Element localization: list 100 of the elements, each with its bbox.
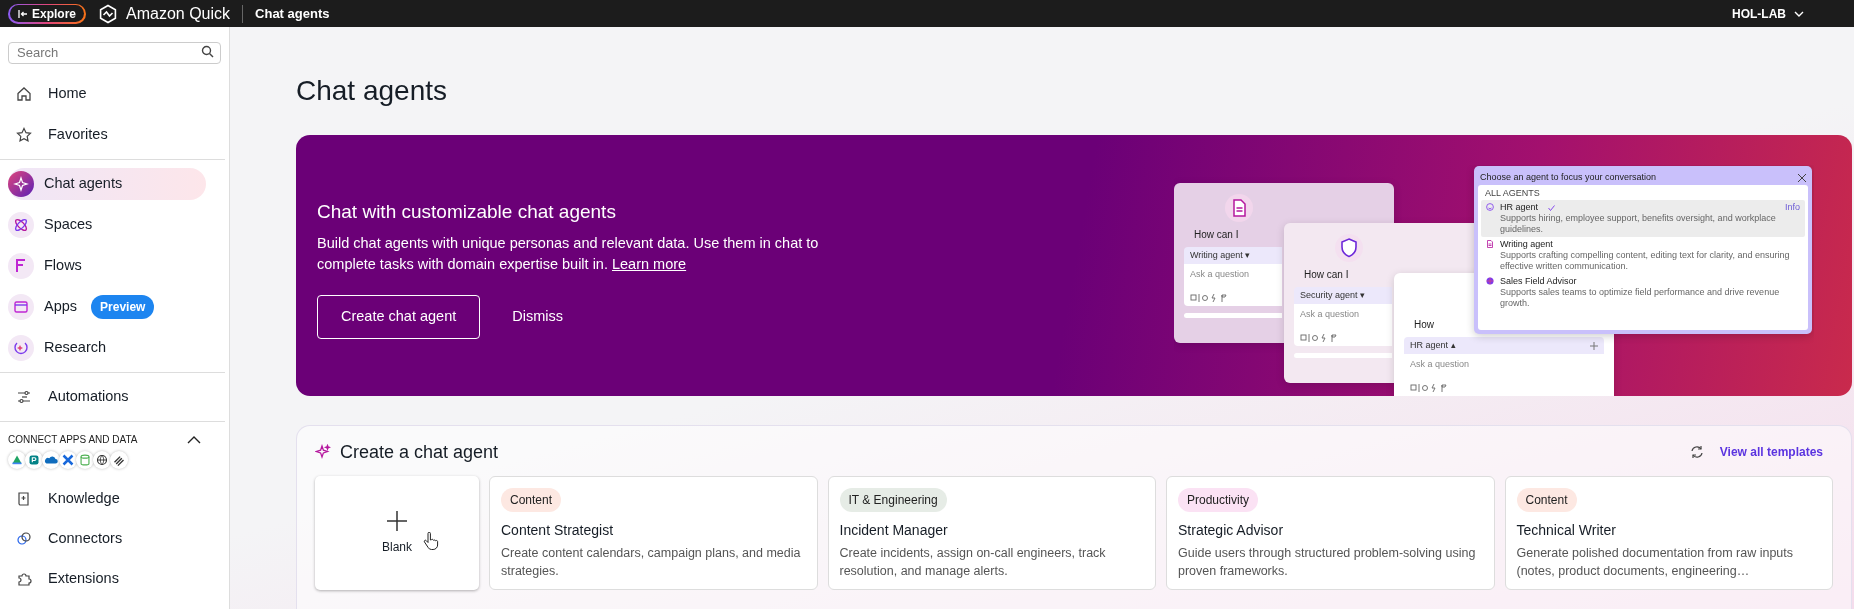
letter-p-icon — [25, 451, 43, 469]
close-icon[interactable] — [1798, 173, 1806, 182]
template-name: Strategic Advisor — [1178, 521, 1284, 540]
brand-name: Amazon Quick — [126, 3, 231, 24]
template-description: Create incidents, assign on-call engineers, track resolution, and manage alerts. — [839, 545, 1107, 580]
agent-option[interactable]: Writing agent Supports crafting compelling content, editing text for clarity, and ensuring effective written communication. — [1481, 237, 1805, 274]
chat-prompt-heading: How — [1414, 318, 1434, 332]
sidebar-item[interactable]: Apps Preview — [8, 291, 221, 323]
sliders-icon — [16, 389, 32, 405]
template-description: Create content calendars, campaign plans, and media strategies. — [501, 545, 802, 580]
puzzle-piece-icon — [16, 571, 32, 587]
globe-icon — [93, 451, 111, 469]
sidebar-item[interactable]: Extensions — [8, 563, 221, 595]
dismiss-button[interactable]: Dismiss — [510, 295, 566, 339]
template-description: Guide users through structured problem-solving using proven frameworks. — [1178, 545, 1477, 580]
toolbar-icons-drawing — [1300, 334, 1340, 342]
agent-name: Sales Field Advisor — [1500, 276, 1577, 287]
plus-icon — [386, 510, 408, 532]
template-card[interactable]: IT & Engineering Incident Manager Create incidents, assign on-call engineers, track resolution, and manage alerts. — [827, 476, 1156, 590]
document-icon — [1224, 193, 1254, 223]
category-tag: Productivity — [1178, 488, 1259, 512]
category-tag: Content — [501, 488, 562, 512]
agent-selector[interactable]: Writing agent ▾ — [1190, 248, 1251, 263]
template-description: Generate polished documentation from raw inputs (notes, product documents, engineering… — [1516, 545, 1795, 580]
info-link[interactable]: Info — [1785, 202, 1800, 213]
sidebar-item[interactable]: Chat agents — [8, 168, 206, 200]
template-card[interactable]: Content Technical Writer Generate polished documentation from raw inputs (notes, product documents, engineering… — [1504, 476, 1833, 590]
page-title: Chat agents — [255, 4, 330, 23]
smiley-face-icon — [1486, 203, 1494, 211]
preview-badge: Preview — [91, 295, 155, 319]
chat-prompt-heading: How can I — [1304, 268, 1349, 282]
question-field[interactable]: Ask a question — [1184, 264, 1282, 290]
agent-description: Supports hiring, employee support, benefits oversight, and workplace guidelines. — [1500, 213, 1777, 235]
agent-name: Writing agent — [1500, 239, 1553, 250]
search-field[interactable]: Search — [8, 41, 221, 64]
cloud-icon — [42, 451, 60, 469]
popup-section-label: ALL AGENTS — [1484, 188, 1541, 199]
arrow-to-bar-icon — [18, 8, 28, 19]
chevron-down-icon — [1794, 10, 1804, 17]
template-card[interactable]: Content Content Strategist Create content calendars, campaign plans, and media strategies. — [489, 476, 818, 590]
page-heading: Chat agents — [296, 74, 448, 108]
sidebar-item[interactable]: Automations — [8, 381, 221, 413]
category-tag: IT & Engineering — [839, 488, 947, 512]
refresh-icon[interactable] — [1689, 445, 1704, 459]
toolbar-icons-drawing — [1190, 294, 1230, 302]
sidebar-item[interactable]: Favorites — [8, 119, 221, 151]
section-heading: CONNECT APPS AND DATA — [8, 433, 138, 447]
popup-title: Choose an agent to focus your conversation — [1480, 170, 1657, 184]
home-icon — [16, 86, 32, 102]
sidebar-item[interactable]: Flows — [8, 250, 221, 282]
shield-icon — [1334, 233, 1364, 263]
agent-selector[interactable]: Security agent ▾ — [1300, 288, 1366, 303]
toolbar-icons-drawing — [1410, 384, 1450, 392]
cross-icon — [59, 451, 77, 469]
agent-option[interactable]: HR agent Info Supports hiring, employee support, benefits oversight, and workplace guidelines. — [1481, 200, 1805, 237]
document-icon — [1486, 240, 1494, 248]
chat-prompt-heading: How can I — [1194, 228, 1239, 242]
explore-button[interactable]: Explore — [8, 3, 86, 24]
template-name: Technical Writer — [1516, 521, 1616, 540]
create-chat-agent-button[interactable]: Create chat agent — [317, 295, 481, 339]
chevron-up-icon[interactable] — [187, 435, 201, 444]
sidebar-item[interactable]: Knowledge — [8, 483, 221, 515]
sidebar-item[interactable]: Research — [8, 332, 221, 364]
template-name: Content Strategist — [501, 521, 614, 540]
sidebar-item[interactable]: Connectors — [8, 523, 221, 555]
sparkle-loop-icon — [8, 335, 34, 361]
account-menu[interactable]: HOL-LAB — [1732, 4, 1804, 23]
sidebar-item[interactable]: Home — [8, 78, 221, 110]
template-name: Incident Manager — [839, 521, 948, 540]
hexagon-logo-icon — [98, 3, 118, 24]
browser-window-icon — [8, 294, 34, 320]
book-icon — [16, 491, 32, 507]
sparkle-icon — [315, 444, 331, 460]
question-field[interactable]: Ask a question — [1294, 304, 1392, 330]
learn-more-link[interactable]: Learn more — [612, 256, 687, 272]
agent-description: Supports sales teams to optimize field performance and drive revenue growth. — [1500, 287, 1781, 309]
view-all-templates-link[interactable]: View all templates — [1719, 443, 1823, 461]
category-tag: Content — [1516, 488, 1577, 512]
linked-circles-icon — [16, 531, 32, 547]
atom-icon — [8, 212, 34, 238]
banner-description: Build chat agents with unique personas and relevant data. Use them in chat to complete tasks with domain expertise built in. Learn more — [317, 234, 820, 274]
cylinder-icon — [76, 451, 94, 469]
agent-name: HR agent — [1500, 202, 1539, 213]
plus-icon[interactable] — [1590, 341, 1598, 350]
stack-icon — [110, 451, 128, 469]
checkmark-icon — [1548, 204, 1556, 211]
search-icon[interactable] — [201, 45, 214, 58]
globe-icon — [1486, 277, 1494, 285]
star-icon — [16, 127, 32, 143]
agent-selector[interactable]: HR agent ▴ — [1410, 338, 1456, 353]
section-title: Create a chat agent — [340, 440, 499, 464]
sparkle-icon — [8, 171, 34, 197]
banner-title: Chat with customizable chat agents — [317, 200, 617, 224]
sidebar-item[interactable]: Spaces — [8, 209, 221, 241]
agent-option[interactable]: Sales Field Advisor Supports sales teams to optimize field performance and drive revenue growth. — [1481, 274, 1805, 311]
blank-agent-card[interactable]: Blank — [315, 476, 479, 590]
hand-cursor-icon — [423, 532, 439, 550]
template-card[interactable]: Productivity Strategic Advisor Guide users through structured problem-solving using proven frameworks. — [1166, 476, 1495, 590]
agent-description: Supports crafting compelling content, editing text for clarity, and ensuring effective written communication. — [1500, 250, 1791, 272]
letter-f-icon — [8, 253, 34, 279]
